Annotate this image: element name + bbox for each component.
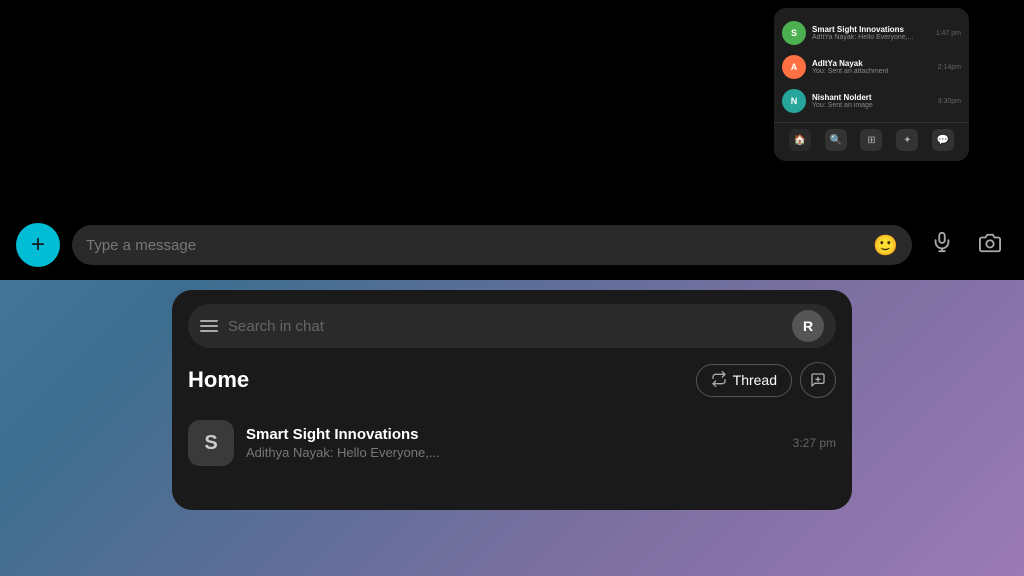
- chat-list: S Smart Sight Innovations Adithya Nayak:…: [188, 412, 836, 474]
- mini-chat-text-3: Nishant Noldert You: Sent an image: [812, 93, 932, 109]
- chat-preview: Adithya Nayak: Hello Everyone,...: [246, 445, 781, 460]
- top-section: S Smart Sight Innovations AdItYa Nayak: …: [0, 0, 1024, 280]
- search-bar[interactable]: Search in chat R: [188, 304, 836, 348]
- thread-label: Thread: [733, 372, 777, 388]
- mini-chat-icon[interactable]: 💬: [932, 129, 954, 151]
- plus-button[interactable]: +: [16, 223, 60, 267]
- mini-chat-time-3: 3:30pm: [938, 98, 961, 105]
- mini-chat-item-2[interactable]: A AdItYa Nayak You: Sent an attachment 2…: [774, 50, 969, 84]
- mini-chat-text-2: AdItYa Nayak You: Sent an attachment: [812, 59, 932, 75]
- home-title: Home: [188, 367, 249, 393]
- user-avatar[interactable]: R: [792, 310, 824, 342]
- mini-home-icon[interactable]: 🏠: [789, 129, 811, 151]
- mini-grid-icon[interactable]: ⊞: [860, 129, 882, 151]
- mini-star-icon[interactable]: ✦: [896, 129, 918, 151]
- mini-chat-name-1: Smart Sight Innovations: [812, 25, 930, 34]
- thread-button[interactable]: Thread: [696, 364, 792, 397]
- camera-icon: [979, 232, 1001, 259]
- mini-chat-name-3: Nishant Noldert: [812, 93, 932, 102]
- avatar-label: R: [803, 318, 813, 334]
- mini-avatar-1: S: [782, 21, 806, 45]
- emoji-icon[interactable]: 🙂: [873, 233, 898, 258]
- mini-bottom-bar: 🏠 🔍 ⊞ ✦ 💬: [774, 122, 969, 153]
- mini-chat-preview-1: AdItYa Nayak: Hello Everyone,...: [812, 34, 930, 41]
- thread-icon: [711, 371, 727, 390]
- mini-chat-preview-2: You: Sent an attachment: [812, 68, 932, 75]
- main-container: S Smart Sight Innovations AdItYa Nayak: …: [0, 0, 1024, 576]
- mini-avatar-2: A: [782, 55, 806, 79]
- mini-search-icon[interactable]: 🔍: [825, 129, 847, 151]
- mic-button[interactable]: [924, 227, 960, 263]
- mini-chat-name-2: AdItYa Nayak: [812, 59, 932, 68]
- mini-chat-time-1: 1:47 pm: [936, 30, 961, 37]
- mini-chat-text-1: Smart Sight Innovations AdItYa Nayak: He…: [812, 25, 930, 41]
- mini-chat-time-2: 2:14pm: [938, 64, 961, 71]
- chat-info: Smart Sight Innovations Adithya Nayak: H…: [246, 426, 781, 460]
- plus-icon: +: [31, 233, 45, 257]
- bottom-section: Search in chat R Home: [172, 290, 852, 510]
- message-input-bar: + Type a message 🙂: [0, 210, 1024, 280]
- chat-avatar: S: [188, 420, 234, 466]
- search-placeholder: Search in chat: [228, 318, 782, 335]
- mini-chat-item-3[interactable]: N Nishant Noldert You: Sent an image 3:3…: [774, 84, 969, 118]
- chat-name: Smart Sight Innovations: [246, 426, 781, 443]
- message-placeholder: Type a message: [86, 237, 865, 254]
- chat-list-item[interactable]: S Smart Sight Innovations Adithya Nayak:…: [188, 412, 836, 474]
- new-chat-icon: [810, 372, 826, 388]
- mini-chat-item-1[interactable]: S Smart Sight Innovations AdItYa Nayak: …: [774, 16, 969, 50]
- hamburger-icon[interactable]: [200, 320, 218, 332]
- chat-time: 3:27 pm: [793, 436, 836, 450]
- mini-chat-panel: S Smart Sight Innovations AdItYa Nayak: …: [774, 8, 969, 161]
- mic-icon: [931, 231, 953, 259]
- mini-avatar-3: N: [782, 89, 806, 113]
- message-input-field[interactable]: Type a message 🙂: [72, 225, 912, 265]
- camera-button[interactable]: [972, 227, 1008, 263]
- header-buttons: Thread: [696, 362, 836, 398]
- new-chat-button[interactable]: [800, 362, 836, 398]
- mini-chat-preview-3: You: Sent an image: [812, 102, 932, 109]
- home-header: Home Thread: [188, 362, 836, 398]
